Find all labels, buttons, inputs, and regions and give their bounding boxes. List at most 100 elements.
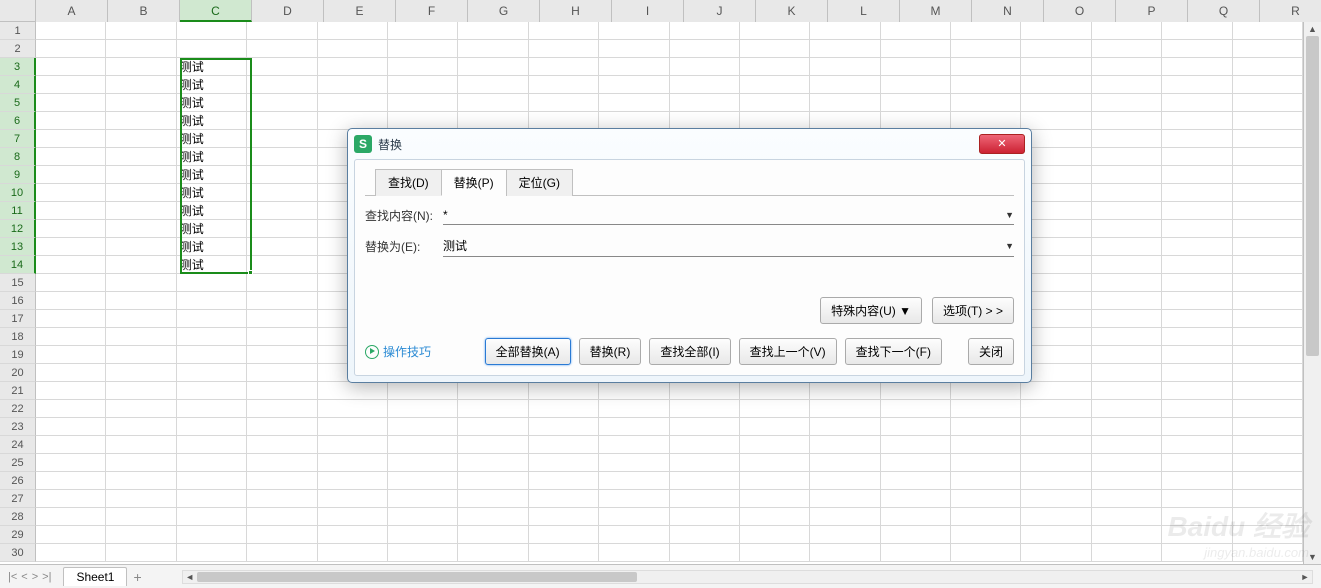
cell-G1[interactable] <box>458 22 528 40</box>
cell-E4[interactable] <box>318 76 388 94</box>
cell-O26[interactable] <box>1021 472 1091 490</box>
cell-P5[interactable] <box>1092 94 1162 112</box>
row-header-24[interactable]: 24 <box>0 436 36 454</box>
row-header-22[interactable]: 22 <box>0 400 36 418</box>
row-header-3[interactable]: 3 <box>0 58 36 76</box>
cell-F28[interactable] <box>388 508 458 526</box>
cell-E25[interactable] <box>318 454 388 472</box>
cell-R14[interactable] <box>1233 256 1303 274</box>
cell-P29[interactable] <box>1092 526 1162 544</box>
cell-B20[interactable] <box>106 364 176 382</box>
cell-R10[interactable] <box>1233 184 1303 202</box>
cell-B13[interactable] <box>106 238 176 256</box>
cell-N24[interactable] <box>951 436 1021 454</box>
cell-M30[interactable] <box>881 544 951 562</box>
cell-A16[interactable] <box>36 292 106 310</box>
cell-Q9[interactable] <box>1162 166 1232 184</box>
cell-L25[interactable] <box>810 454 880 472</box>
cell-J30[interactable] <box>670 544 740 562</box>
cell-J22[interactable] <box>670 400 740 418</box>
cell-R15[interactable] <box>1233 274 1303 292</box>
cell-O20[interactable] <box>1021 364 1091 382</box>
cell-O30[interactable] <box>1021 544 1091 562</box>
cell-M24[interactable] <box>881 436 951 454</box>
cell-O6[interactable] <box>1021 112 1091 130</box>
cell-G28[interactable] <box>458 508 528 526</box>
cell-E30[interactable] <box>318 544 388 562</box>
cell-D12[interactable] <box>247 220 317 238</box>
cell-B29[interactable] <box>106 526 176 544</box>
cell-A3[interactable] <box>36 58 106 76</box>
cell-C21[interactable] <box>177 382 247 400</box>
cell-M27[interactable] <box>881 490 951 508</box>
col-header-R[interactable]: R <box>1260 0 1321 22</box>
cell-E27[interactable] <box>318 490 388 508</box>
col-header-J[interactable]: J <box>684 0 756 22</box>
row-header-25[interactable]: 25 <box>0 454 36 472</box>
cell-R7[interactable] <box>1233 130 1303 148</box>
cell-O14[interactable] <box>1021 256 1091 274</box>
cell-I21[interactable] <box>599 382 669 400</box>
cell-I27[interactable] <box>599 490 669 508</box>
replace-dropdown-icon[interactable]: ▼ <box>1005 241 1014 251</box>
cell-D25[interactable] <box>247 454 317 472</box>
cell-P28[interactable] <box>1092 508 1162 526</box>
cell-I5[interactable] <box>599 94 669 112</box>
cell-M22[interactable] <box>881 400 951 418</box>
cell-P2[interactable] <box>1092 40 1162 58</box>
col-header-H[interactable]: H <box>540 0 612 22</box>
cell-D4[interactable] <box>247 76 317 94</box>
row-header-21[interactable]: 21 <box>0 382 36 400</box>
cell-A6[interactable] <box>36 112 106 130</box>
cell-J4[interactable] <box>670 76 740 94</box>
cell-D1[interactable] <box>247 22 317 40</box>
cell-M2[interactable] <box>881 40 951 58</box>
cell-N25[interactable] <box>951 454 1021 472</box>
cell-I29[interactable] <box>599 526 669 544</box>
cell-R8[interactable] <box>1233 148 1303 166</box>
cell-C24[interactable] <box>177 436 247 454</box>
cell-E26[interactable] <box>318 472 388 490</box>
cell-K4[interactable] <box>740 76 810 94</box>
cell-H24[interactable] <box>529 436 599 454</box>
cell-N23[interactable] <box>951 418 1021 436</box>
cell-J25[interactable] <box>670 454 740 472</box>
cell-A12[interactable] <box>36 220 106 238</box>
close-icon[interactable]: ✕ <box>979 134 1025 154</box>
cell-Q22[interactable] <box>1162 400 1232 418</box>
col-header-G[interactable]: G <box>468 0 540 22</box>
cell-P3[interactable] <box>1092 58 1162 76</box>
cell-O8[interactable] <box>1021 148 1091 166</box>
cell-P23[interactable] <box>1092 418 1162 436</box>
cell-A18[interactable] <box>36 328 106 346</box>
cell-C29[interactable] <box>177 526 247 544</box>
cell-D29[interactable] <box>247 526 317 544</box>
cell-P15[interactable] <box>1092 274 1162 292</box>
cell-H23[interactable] <box>529 418 599 436</box>
cell-E28[interactable] <box>318 508 388 526</box>
cell-D6[interactable] <box>247 112 317 130</box>
cell-Q5[interactable] <box>1162 94 1232 112</box>
cell-O27[interactable] <box>1021 490 1091 508</box>
cell-M26[interactable] <box>881 472 951 490</box>
vertical-scrollbar[interactable]: ▲ ▼ <box>1303 22 1321 564</box>
cell-R11[interactable] <box>1233 202 1303 220</box>
cell-G5[interactable] <box>458 94 528 112</box>
dialog-titlebar[interactable]: S 替换 ✕ <box>348 129 1031 159</box>
cell-E1[interactable] <box>318 22 388 40</box>
cell-R1[interactable] <box>1233 22 1303 40</box>
cell-Q14[interactable] <box>1162 256 1232 274</box>
cell-G24[interactable] <box>458 436 528 454</box>
cell-J26[interactable] <box>670 472 740 490</box>
cell-K3[interactable] <box>740 58 810 76</box>
cell-D22[interactable] <box>247 400 317 418</box>
cell-B9[interactable] <box>106 166 176 184</box>
cell-D26[interactable] <box>247 472 317 490</box>
cell-C3[interactable]: 测试 <box>177 58 247 76</box>
cell-Q26[interactable] <box>1162 472 1232 490</box>
cell-R5[interactable] <box>1233 94 1303 112</box>
cell-E5[interactable] <box>318 94 388 112</box>
cell-D18[interactable] <box>247 328 317 346</box>
cell-O18[interactable] <box>1021 328 1091 346</box>
cell-A30[interactable] <box>36 544 106 562</box>
